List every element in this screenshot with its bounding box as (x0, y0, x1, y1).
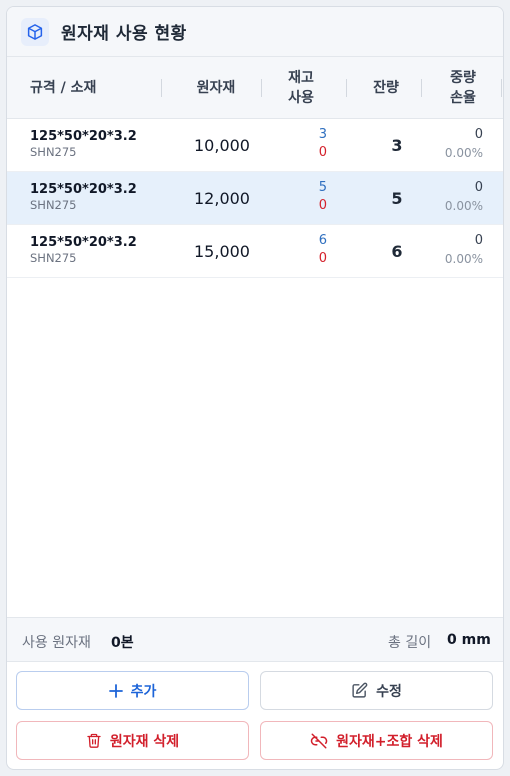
material-text: SHN275 (30, 198, 77, 212)
add-button-label: 추가 (130, 683, 157, 700)
total-length-value: 0 mm (447, 632, 491, 648)
table-body: 125*50*20*3.2 SHN275 10,000 3 0 3 0 0.00… (7, 119, 503, 278)
panel-header: 원자재 사용 현황 (7, 7, 503, 57)
loss-rate: 0.00% (444, 252, 483, 266)
weight-loss: 0 (474, 127, 483, 142)
table-row-selected[interactable]: 125*50*20*3.2 SHN275 12,000 5 0 5 0 0.00… (7, 172, 503, 225)
edit-button[interactable]: 수정 (260, 671, 493, 710)
col-divider (346, 79, 347, 97)
col-raw[interactable]: 원자재 (167, 57, 265, 119)
spec-text: 125*50*20*3.2 (30, 129, 137, 144)
loss-rate: 0.00% (444, 199, 483, 213)
stock-count: 6 (318, 233, 327, 248)
col-remain[interactable]: 잔량 (352, 57, 420, 119)
raw-material-usage-panel: 원자재 사용 현황 규격 / 소재 원자재 재고 사용 잔량 중량 손율 125… (6, 6, 504, 770)
table-row[interactable]: 125*50*20*3.2 SHN275 10,000 3 0 3 0 0.00… (7, 119, 503, 172)
total-length-label: 총 길이 (388, 635, 432, 651)
raw-length: 15,000 (194, 241, 250, 261)
delete-raw-and-combo-button[interactable]: 원자재+조합 삭제 (260, 721, 493, 760)
col-weight-label: 중량 (450, 70, 476, 86)
used-count: 0 (318, 198, 327, 213)
raw-length: 10,000 (194, 135, 250, 155)
col-divider (161, 79, 162, 97)
panel-title: 원자재 사용 현황 (61, 24, 187, 44)
col-stock-used[interactable]: 재고 사용 (267, 57, 335, 119)
material-text: SHN275 (30, 251, 77, 265)
col-divider (421, 79, 422, 97)
unlink-icon (310, 733, 328, 748)
col-stock-label: 재고 (288, 70, 314, 86)
weight-loss: 0 (474, 180, 483, 195)
stock-used-cell: 6 0 (269, 225, 333, 277)
cube-icon (21, 17, 49, 46)
loss-cell: 0 0.00% (427, 172, 483, 224)
delete-raw-button-label: 원자재 삭제 (109, 733, 180, 750)
used-material-label: 사용 원자재 (22, 635, 91, 651)
col-divider (261, 79, 262, 97)
col-divider (501, 79, 502, 97)
weight-loss: 0 (474, 233, 483, 248)
stock-count: 5 (318, 180, 327, 195)
loss-cell: 0 0.00% (427, 225, 483, 277)
loss-cell: 0 0.00% (427, 119, 483, 171)
spec-text: 125*50*20*3.2 (30, 235, 137, 250)
plus-icon (108, 683, 123, 698)
used-material-value: 0본 (111, 635, 134, 651)
spec-text: 125*50*20*3.2 (30, 182, 137, 197)
material-text: SHN275 (30, 145, 77, 159)
summary-bar: 사용 원자재 0본 총 길이 0 mm (7, 617, 503, 662)
table-row[interactable]: 125*50*20*3.2 SHN275 15,000 6 0 6 0 0.00… (7, 225, 503, 278)
delete-raw-button[interactable]: 원자재 삭제 (16, 721, 249, 760)
raw-length: 12,000 (194, 188, 250, 208)
col-loss[interactable]: 중량 손율 (427, 57, 499, 119)
used-count: 0 (318, 251, 327, 266)
stock-used-cell: 5 0 (269, 172, 333, 224)
edit-icon (352, 682, 368, 698)
loss-rate: 0.00% (444, 146, 483, 160)
trash-icon (87, 733, 101, 748)
remain-count: 5 (391, 188, 403, 208)
stock-count: 3 (318, 127, 327, 142)
col-used-label: 사용 (288, 90, 314, 106)
stock-used-cell: 3 0 (269, 119, 333, 171)
remain-count: 6 (391, 241, 403, 261)
remain-count: 3 (391, 135, 403, 155)
table-header: 규격 / 소재 원자재 재고 사용 잔량 중량 손율 (7, 57, 503, 119)
add-button[interactable]: 추가 (16, 671, 249, 710)
used-count: 0 (318, 145, 327, 160)
col-loss-rate-label: 손율 (450, 90, 476, 106)
edit-button-label: 수정 (376, 683, 402, 700)
col-spec[interactable]: 규격 / 소재 (30, 57, 160, 119)
delete-raw-and-combo-label: 원자재+조합 삭제 (336, 733, 443, 750)
